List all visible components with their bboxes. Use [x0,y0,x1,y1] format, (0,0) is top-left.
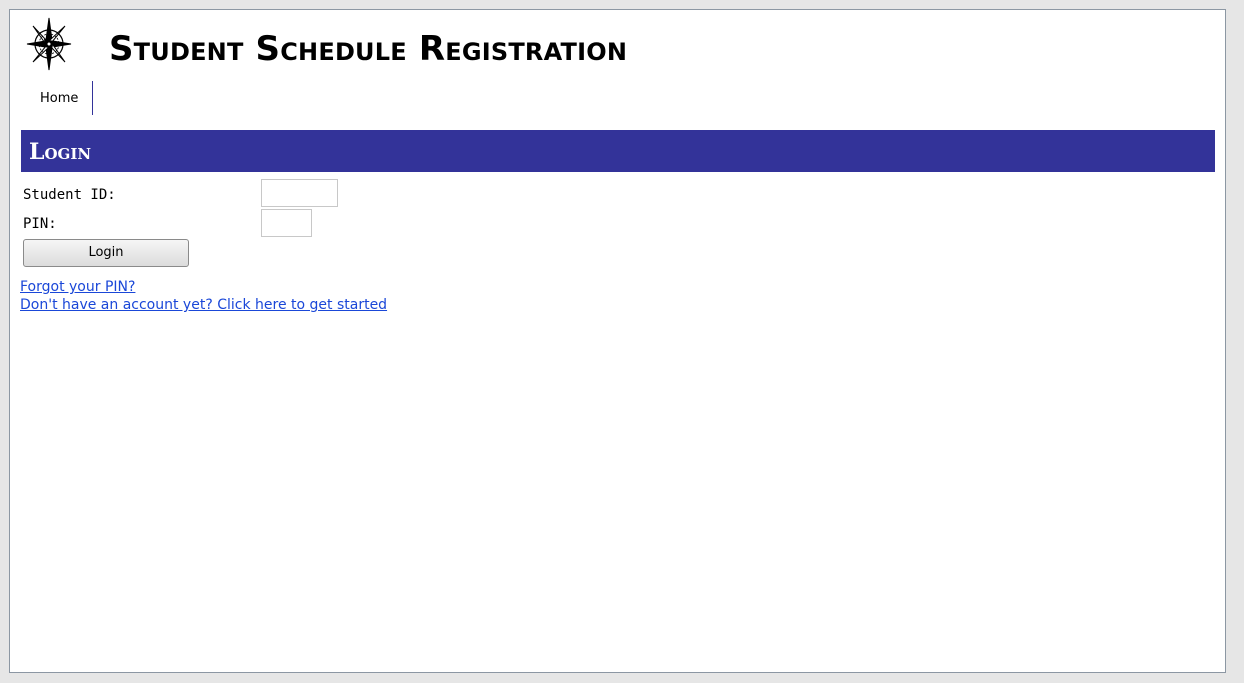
create-account-link[interactable]: Don't have an account yet? Click here to… [20,297,387,313]
nav-bar: Home [23,81,94,115]
forgot-pin-link[interactable]: Forgot your PIN? [20,279,135,295]
login-button[interactable]: Login [23,239,189,267]
app-title: Student Schedule Registration [109,29,628,69]
compass-rose-icon [26,17,72,71]
student-id-label: Student ID: [23,187,116,203]
student-id-input[interactable] [261,179,338,207]
pin-label: PIN: [23,216,57,232]
login-section-header: Login [21,130,1215,172]
nav-item-home[interactable]: Home [23,81,94,115]
pin-input[interactable] [261,209,312,237]
section-title: Login [29,139,92,165]
page-frame: Student Schedule Registration Home Login… [9,9,1226,673]
